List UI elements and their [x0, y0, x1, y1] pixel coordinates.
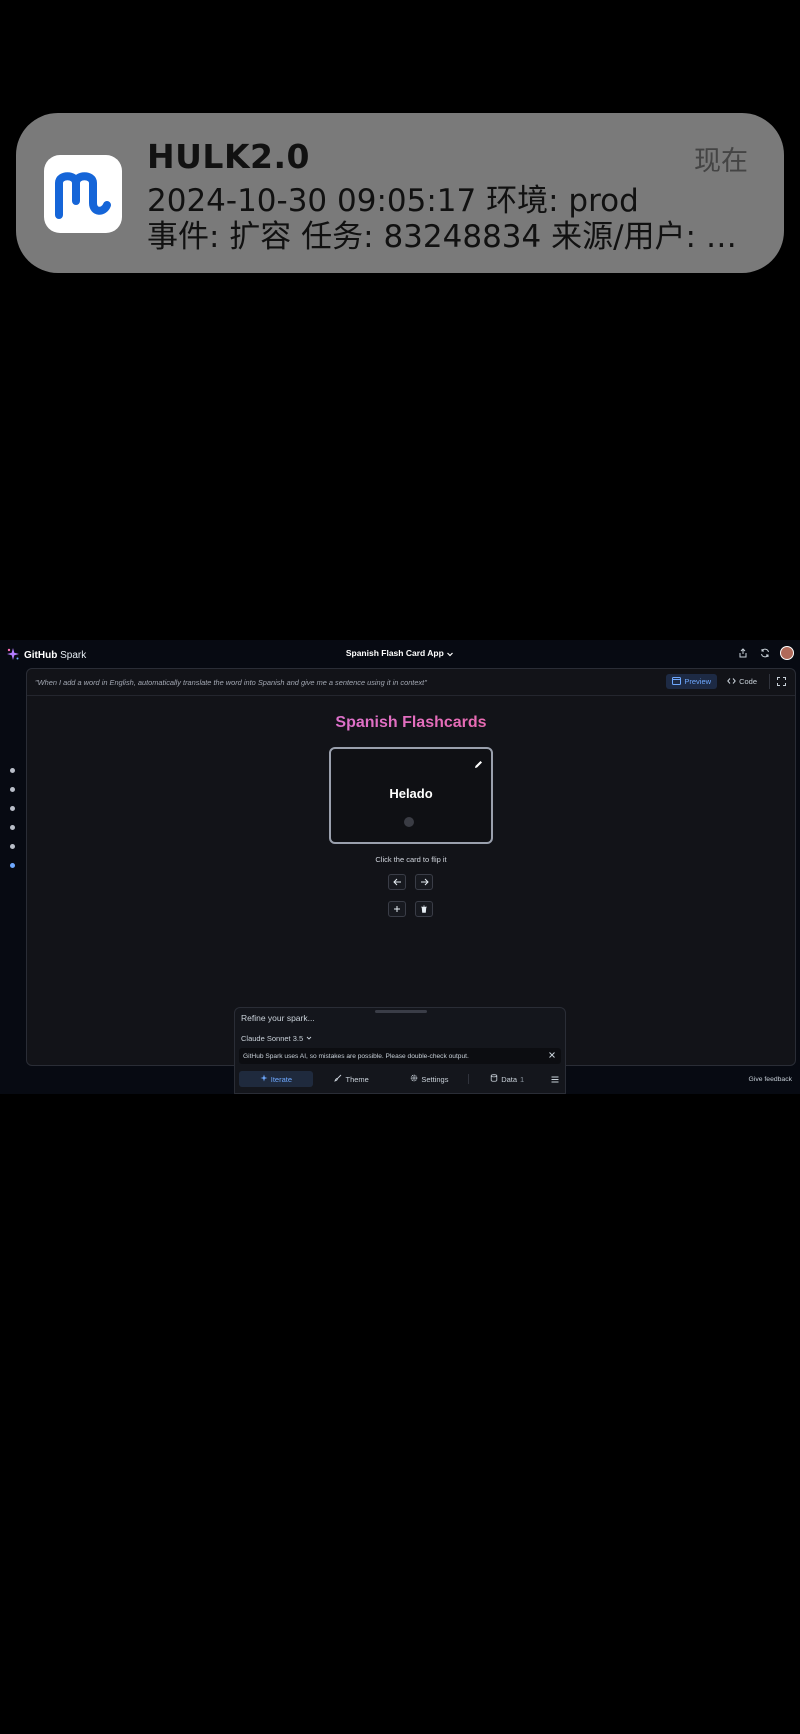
plus-icon	[393, 900, 401, 918]
refine-input[interactable]	[241, 1013, 541, 1023]
divider	[769, 674, 770, 689]
top-bar: GitHub Spark Spanish Flash Card App	[0, 640, 800, 668]
code-icon	[727, 677, 736, 687]
notification-line-2: 事件: 扩容 任务: 83248834 来源/用户: po...	[147, 219, 752, 255]
iterate-panel: Claude Sonnet 3.5 GitHub Spark uses AI, …	[234, 1007, 566, 1094]
chevron-down-icon	[446, 648, 454, 658]
arrow-left-icon	[392, 873, 402, 891]
step-dot[interactable]	[10, 787, 15, 792]
refresh-icon[interactable]	[758, 646, 772, 660]
preview-label: Preview	[684, 677, 712, 686]
app-title: Spanish Flash Card App	[345, 648, 444, 658]
hulk-logo-icon	[44, 155, 122, 233]
prompt-text: "When I add a word in English, automatic…	[35, 678, 427, 687]
tab-settings-label: Settings	[421, 1074, 449, 1084]
tab-iterate-label: Iterate	[270, 1074, 293, 1084]
give-feedback-link[interactable]: Give feedback	[749, 1076, 792, 1083]
trash-icon	[420, 900, 428, 918]
step-dot[interactable]	[10, 806, 15, 811]
tab-iterate[interactable]: Iterate	[239, 1071, 313, 1087]
app-title-dropdown[interactable]: Spanish Flash Card App	[0, 648, 800, 658]
previous-card-button[interactable]	[388, 874, 406, 890]
tab-settings[interactable]: Settings	[391, 1071, 469, 1087]
close-icon[interactable]	[548, 1051, 556, 1061]
step-dot[interactable]	[10, 844, 15, 849]
menu-icon[interactable]	[545, 1071, 565, 1087]
tab-data-label: Data	[501, 1074, 518, 1084]
brush-icon	[334, 1074, 342, 1084]
chevron-down-icon	[306, 1034, 312, 1043]
disclaimer-text: GitHub Spark uses AI, so mistakes are po…	[243, 1052, 469, 1060]
sparkle-icon	[260, 1074, 268, 1084]
preview-button[interactable]: Preview	[666, 674, 718, 689]
database-icon	[490, 1074, 498, 1084]
code-label: Code	[739, 677, 757, 686]
model-label: Claude Sonnet 3.5	[241, 1034, 304, 1043]
step-dot-active[interactable]	[10, 863, 15, 868]
next-card-button[interactable]	[415, 874, 433, 890]
notification-title: HULK2.0	[147, 137, 310, 176]
avatar[interactable]	[780, 646, 794, 660]
delete-card-button[interactable]	[415, 901, 433, 917]
page-title: Spanish Flashcards	[27, 714, 795, 732]
step-dot[interactable]	[10, 825, 15, 830]
add-card-button[interactable]	[388, 901, 406, 917]
flashcard-word: Helado	[389, 786, 433, 801]
gear-icon	[410, 1074, 418, 1084]
preview-icon	[672, 676, 682, 687]
tab-theme[interactable]: Theme	[313, 1071, 391, 1087]
panel-tabs: Iterate Theme Settings Data 1	[237, 1070, 565, 1088]
step-dot[interactable]	[10, 768, 15, 773]
prompt-bar: "When I add a word in English, automatic…	[27, 669, 795, 696]
data-count-badge: 1	[520, 1074, 525, 1084]
notification-time: 现在	[694, 146, 748, 177]
share-icon[interactable]	[736, 646, 750, 660]
model-selector[interactable]: Claude Sonnet 3.5	[241, 1034, 312, 1043]
pencil-icon[interactable]	[474, 756, 483, 774]
notification-banner[interactable]: HULK2.0 现在 2024-10-30 09:05:17 环境: prod …	[16, 113, 784, 273]
tab-theme-label: Theme	[345, 1074, 369, 1084]
spark-app-window: GitHub Spark Spanish Flash Card App "Whe…	[0, 640, 800, 1094]
cursor-indicator	[404, 817, 414, 827]
tab-data[interactable]: Data 1	[469, 1071, 545, 1087]
code-button[interactable]: Code	[721, 674, 763, 689]
flip-hint: Click the card to flip it	[375, 855, 447, 864]
arrow-right-icon	[420, 873, 429, 891]
ai-disclaimer: GitHub Spark uses AI, so mistakes are po…	[239, 1048, 561, 1064]
fullscreen-icon[interactable]	[774, 674, 789, 689]
flashcard[interactable]: Helado	[329, 747, 493, 844]
